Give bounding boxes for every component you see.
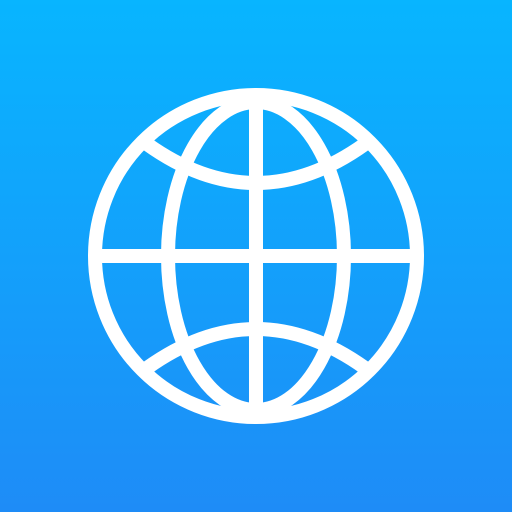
globe-icon bbox=[88, 88, 424, 424]
app-icon bbox=[0, 0, 512, 512]
